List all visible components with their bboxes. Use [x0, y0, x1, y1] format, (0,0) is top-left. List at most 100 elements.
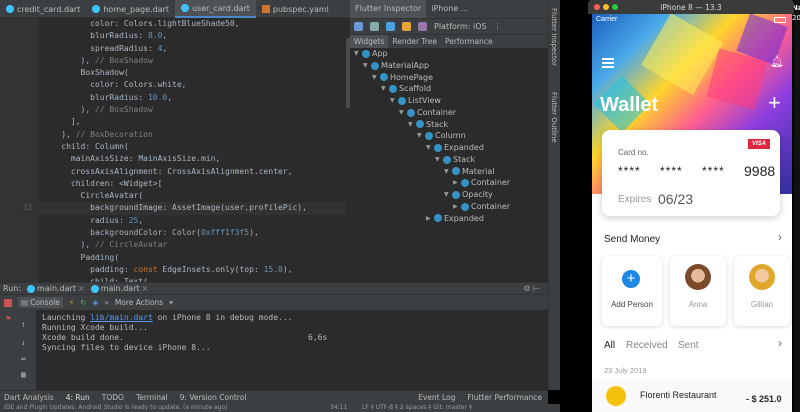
tab-flutter-inspector[interactable]: Flutter Inspector [350, 0, 427, 18]
collapsed-arrow-icon[interactable]: ▶ [426, 213, 432, 225]
line-number [0, 79, 38, 91]
subtab-widgets[interactable]: Widgets [350, 35, 389, 48]
inspector-subtabs: Widgets Render Tree Performance [350, 34, 548, 48]
console-text: Xcode build done. [42, 333, 124, 342]
expanded-arrow-icon[interactable]: ▼ [354, 48, 360, 60]
tree-node[interactable]: ▼ App [350, 48, 548, 60]
subtab-render-tree[interactable]: Render Tree [388, 35, 441, 48]
tree-node[interactable]: ▼ Column [350, 130, 548, 142]
expanded-arrow-icon[interactable]: ▼ [444, 189, 450, 201]
expanded-arrow-icon[interactable]: ▼ [435, 154, 441, 166]
tab-iphone[interactable]: iPhone ... [426, 0, 473, 18]
soft-wrap-icon[interactable]: ⇌ [21, 354, 26, 363]
tool-event-log[interactable]: Event Log [418, 393, 455, 402]
editor-tab[interactable]: home_page.dart [86, 0, 175, 18]
tree-node[interactable]: ▼ Scaffold [350, 83, 548, 95]
expanded-arrow-icon[interactable]: ▼ [426, 142, 432, 154]
tree-node[interactable]: ▼ Stack [350, 119, 548, 131]
console-output[interactable]: Launching lib/main.dart on iPhone 8 in d… [36, 310, 548, 390]
tree-node[interactable]: ▼ Stack [350, 154, 548, 166]
tool-version-control[interactable]: 9: Version Control [180, 393, 247, 402]
expanded-arrow-icon[interactable]: ▼ [417, 130, 423, 142]
stop-icon[interactable] [4, 298, 12, 307]
tree-node[interactable]: ▼ Expanded [350, 142, 548, 154]
tree-node[interactable]: ▼ MaterialApp [350, 60, 548, 72]
console-link[interactable]: lib/main.dart [90, 313, 153, 322]
tree-node[interactable]: ▼ HomePage [350, 72, 548, 84]
scroll-down-icon[interactable]: ↓ [21, 338, 26, 347]
file-encoding[interactable]: LF ‡ UTF-8 ‡ 2 spaces ‡ Git: master ‡ [362, 404, 472, 412]
collapsed-arrow-icon[interactable]: ▶ [453, 201, 459, 213]
hot-reload-icon[interactable]: ⚡ [69, 298, 74, 307]
console-tab[interactable]: ▤ Console [18, 297, 63, 308]
expanded-arrow-icon[interactable]: ▼ [363, 60, 369, 72]
tool-dart-analysis[interactable]: Dart Analysis [4, 393, 54, 402]
tree-node-label: Material [462, 166, 495, 176]
expanded-arrow-icon[interactable]: ▼ [381, 83, 387, 95]
add-card-icon[interactable]: + [768, 92, 781, 114]
editor-tab[interactable]: credit_card.dart [0, 0, 86, 18]
tab-all[interactable]: All [604, 340, 615, 351]
code-editor[interactable]: color: Colors.lightBlueShade50, blurRadi… [38, 18, 350, 282]
expanded-arrow-icon[interactable]: ▼ [399, 107, 405, 119]
tree-node[interactable]: ▼ Material [350, 166, 548, 178]
refresh-icon[interactable] [370, 22, 379, 31]
person-card-anna[interactable]: Anna [670, 256, 726, 326]
tab-sent[interactable]: Sent [678, 340, 699, 351]
transactions-chevron-icon[interactable]: › [778, 336, 782, 350]
widget-icon [371, 61, 379, 70]
open-devtools-icon[interactable]: ◈ [92, 298, 98, 307]
run-tab-1[interactable]: main.dart × [27, 284, 85, 293]
flutter-inspector-side-tab[interactable]: Flutter Inspector [550, 8, 558, 66]
flutter-outline-side-tab[interactable]: Flutter Outline [550, 92, 558, 143]
tool-todo[interactable]: TODO [102, 393, 124, 402]
more-actions-button[interactable]: More Actions [115, 298, 163, 307]
editor-tab[interactable]: user_card.dart [174, 0, 256, 18]
tree-node[interactable]: ▶ Expanded [350, 213, 548, 225]
transaction-row[interactable]: Florenti Restaurant - $ 251.0 [592, 380, 792, 412]
person-card-gillian[interactable]: Gillian [734, 256, 790, 326]
cursor-position[interactable]: 34:11 [330, 404, 347, 412]
settings-icon[interactable]: ⚙ ⊢ [523, 284, 540, 293]
tree-node[interactable]: ▼ Opacity [350, 189, 548, 201]
select-widget-icon[interactable] [354, 22, 363, 31]
close-icon[interactable] [594, 4, 600, 10]
editor-tab[interactable]: pubspec.yaml [256, 0, 335, 18]
run-side-toolbar: ⚑ ↑ ↓ ⇌ ▦ [0, 310, 36, 390]
run-tab-2[interactable]: main.dart × [90, 284, 148, 293]
expanded-arrow-icon[interactable]: ▼ [444, 166, 450, 178]
bell-icon[interactable]: 🔔︎ [770, 56, 784, 68]
tab-received[interactable]: Received [626, 340, 668, 351]
minimize-icon[interactable] [603, 4, 609, 10]
expanded-arrow-icon[interactable]: ▼ [372, 72, 378, 84]
menu-icon[interactable] [602, 58, 614, 68]
more-icon[interactable]: ⋮ [494, 22, 502, 31]
status-message[interactable]: IDE and Plugin Updates: Android Studio i… [4, 404, 228, 411]
baseline-icon[interactable] [402, 22, 411, 31]
tool-terminal[interactable]: Terminal [136, 393, 168, 402]
clear-icon[interactable]: ▦ [21, 370, 26, 379]
collapsed-arrow-icon[interactable]: ▶ [453, 177, 459, 189]
tree-node[interactable]: ▶ Container [350, 201, 548, 213]
line-number [0, 104, 38, 116]
pin-icon[interactable]: ⚑ [6, 314, 11, 323]
tree-node[interactable]: ▶ Container [350, 177, 548, 189]
credit-card[interactable]: Card no. VISA **** **** **** 9988 Expire… [602, 130, 780, 216]
platform-select[interactable]: Platform: iOS [434, 22, 487, 31]
expanded-arrow-icon[interactable]: ▼ [408, 119, 414, 131]
more-actions-icon[interactable]: » [104, 298, 109, 307]
line-number [0, 239, 38, 251]
tool-run[interactable]: 4: Run [66, 393, 90, 402]
subtab-performance[interactable]: Performance [441, 35, 497, 48]
tree-node[interactable]: ▼ ListView [350, 95, 548, 107]
tree-node[interactable]: ▼ Container [350, 107, 548, 119]
performance-overlay-icon[interactable] [418, 22, 427, 31]
tool-flutter-performance[interactable]: Flutter Performance [467, 393, 542, 402]
send-money-chevron-icon[interactable]: › [778, 230, 782, 244]
debug-paint-icon[interactable] [386, 22, 395, 31]
scroll-up-icon[interactable]: ↑ [21, 320, 26, 329]
expanded-arrow-icon[interactable]: ▼ [390, 95, 396, 107]
hot-restart-icon[interactable]: ↻ [80, 298, 86, 307]
add-person-card[interactable]: + Add Person [602, 256, 662, 326]
zoom-icon[interactable] [612, 4, 618, 10]
